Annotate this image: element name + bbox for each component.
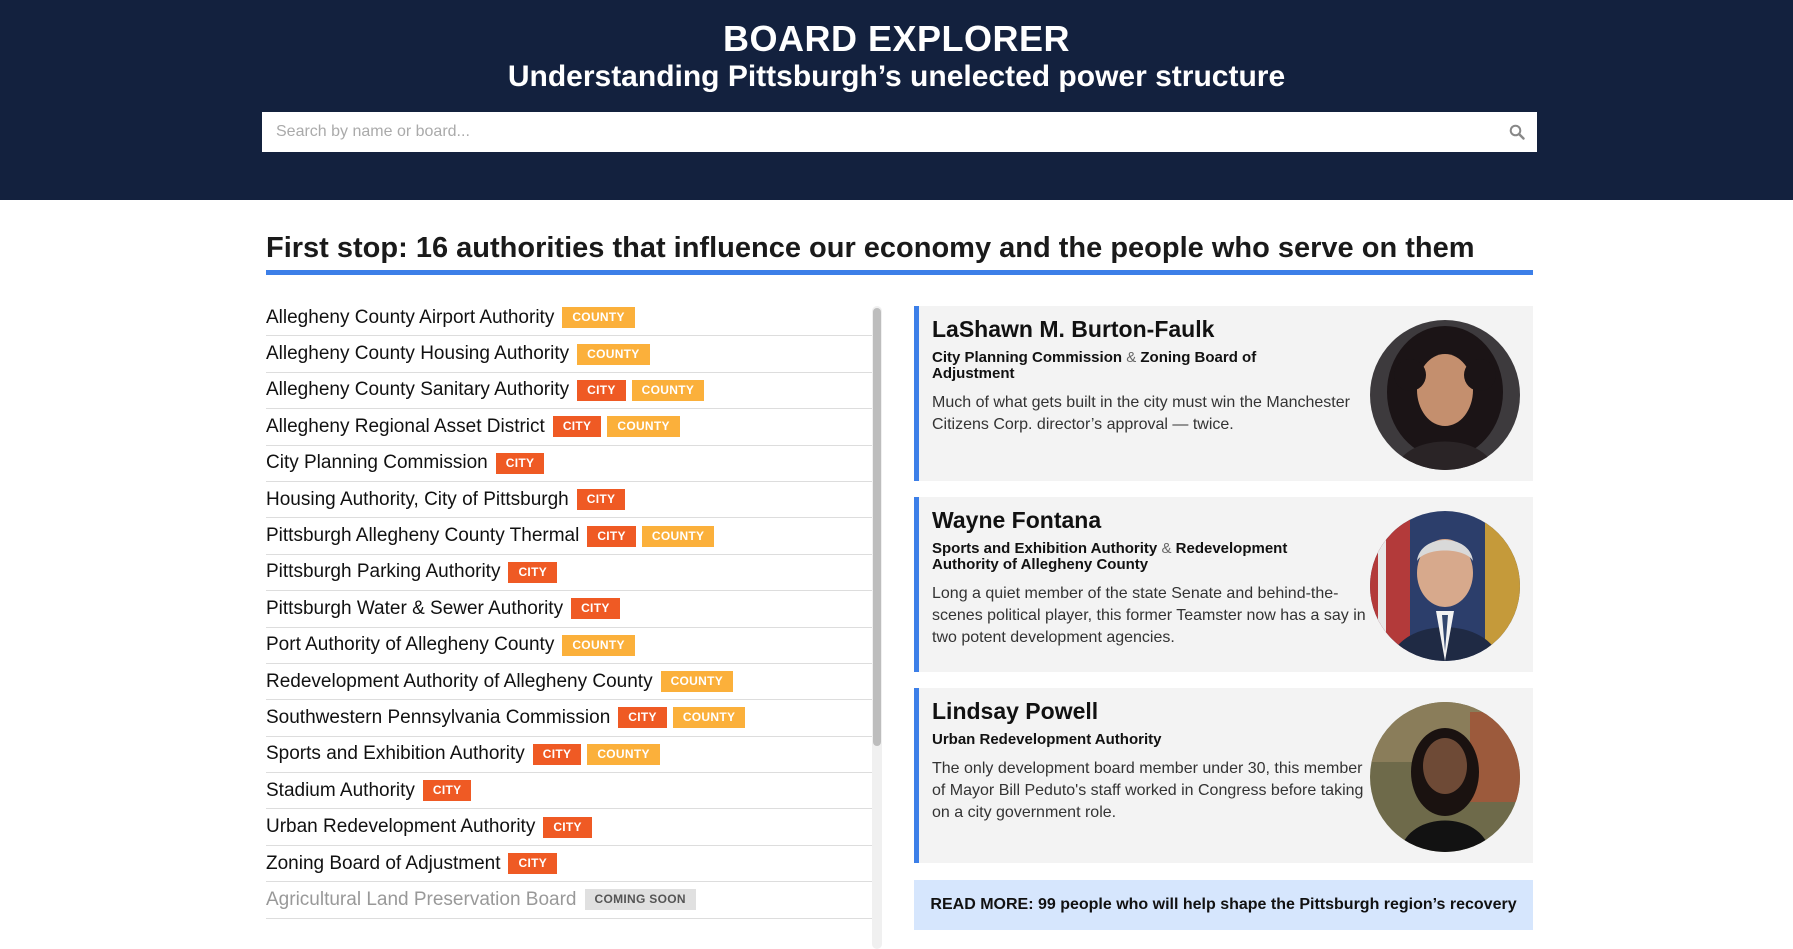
county-badge: COUNTY xyxy=(641,525,715,547)
city-badge: CITY xyxy=(508,853,558,875)
board-list-item[interactable]: Southwestern Pennsylvania Commission CITY… xyxy=(266,700,872,737)
city-badge: CITY xyxy=(618,707,667,729)
person-description: Long a quiet member of the state Senate … xyxy=(932,585,1366,646)
person-description: Much of what gets built in the city must… xyxy=(932,394,1350,433)
county-badge: COUNTY xyxy=(631,379,705,401)
board-list[interactable]: Allegheny County Airport Authority COUNTY… xyxy=(266,300,872,949)
board-name: Pittsburgh Allegheny County Thermal xyxy=(266,525,580,547)
read-more-link[interactable]: READ MORE: 99 people who will help shape… xyxy=(914,880,1533,930)
board-name: Port Authority of Allegheny County xyxy=(266,634,555,656)
board-name: Allegheny County Sanitary Authority xyxy=(266,379,570,401)
search-bar xyxy=(262,112,1537,152)
board-separator: & xyxy=(1126,349,1137,366)
county-badge: COUNTY xyxy=(587,743,660,765)
board-name: Urban Redevelopment Authority xyxy=(266,816,536,838)
person-card[interactable]: Wayne Fontana Sports and Exhibition Auth… xyxy=(914,497,1533,672)
site-header: BOARD EXPLORER Understanding Pittsburgh’… xyxy=(0,0,1793,200)
city-badge: CITY xyxy=(532,743,582,765)
board-name: Zoning Board of Adjustment xyxy=(266,852,501,874)
board-list-item[interactable]: Allegheny County Airport Authority COUNTY xyxy=(266,300,872,337)
board-list-item[interactable]: Zoning Board of Adjustment CITY xyxy=(266,846,872,883)
county-badge: COUNTY xyxy=(562,307,635,329)
board-list-item[interactable]: Agricultural Land Preservation Board COMI… xyxy=(266,882,872,919)
page-title: BOARD EXPLORER xyxy=(722,18,1071,59)
board-name: Pittsburgh Water & Sewer Authority xyxy=(266,597,564,619)
person-boards: City Planning Commission & Zoning Board … xyxy=(932,350,1322,382)
county-badge: COUNTY xyxy=(607,416,680,438)
person-boards: Sports and Exhibition Authority & Redeve… xyxy=(932,541,1322,573)
person-name[interactable]: LaShawn M. Burton-Faulk xyxy=(932,316,1214,343)
city-badge: CITY xyxy=(577,379,626,401)
board-name: City Planning Commission xyxy=(266,452,488,474)
county-badge: COUNTY xyxy=(672,707,746,729)
board-list-item[interactable]: Urban Redevelopment Authority CITY xyxy=(266,809,872,846)
board-list-item[interactable]: Allegheny Regional Asset District CITY COU… xyxy=(266,409,872,446)
board-name: Agricultural Land Preservation Board xyxy=(266,888,577,910)
city-badge: CITY xyxy=(422,780,472,802)
board-name: Southwestern Pennsylvania Commission xyxy=(266,706,611,728)
scrollbar-thumb[interactable] xyxy=(873,308,881,746)
avatar xyxy=(1370,320,1520,470)
board-link[interactable]: Urban Redevelopment Authority xyxy=(932,731,1161,748)
section-heading: First stop: 16 authorities that influenc… xyxy=(266,232,1475,264)
board-name: Allegheny Regional Asset District xyxy=(266,415,545,437)
board-separator: & xyxy=(1161,540,1172,557)
person-card[interactable]: Lindsay Powell Urban Redevelopment Autho… xyxy=(914,688,1533,863)
board-name: Allegheny County Airport Authority xyxy=(266,306,555,328)
person-name[interactable]: Lindsay Powell xyxy=(932,698,1098,725)
city-badge: CITY xyxy=(543,816,592,838)
person-card[interactable]: LaShawn M. Burton-Faulk City Planning Co… xyxy=(914,306,1533,481)
heading-divider xyxy=(266,270,1533,275)
page-subtitle: Understanding Pittsburgh’s unelected pow… xyxy=(507,60,1286,93)
city-badge: CITY xyxy=(552,416,602,438)
board-list-item[interactable]: Pittsburgh Allegheny County Thermal CITY C… xyxy=(266,518,872,555)
board-list-item[interactable]: City Planning Commission CITY xyxy=(266,446,872,482)
person-boards: Urban Redevelopment Authority xyxy=(932,732,1322,748)
board-list-item[interactable]: Sports and Exhibition Authority CITY COUNT… xyxy=(266,737,872,774)
board-name: Redevelopment Authority of Allegheny Cou… xyxy=(266,670,653,692)
city-badge: CITY xyxy=(571,598,620,620)
board-list-item[interactable]: Stadium Authority CITY xyxy=(266,773,872,810)
board-name: Pittsburgh Parking Authority xyxy=(266,561,501,583)
city-badge: CITY xyxy=(587,525,636,547)
city-badge: CITY xyxy=(495,452,545,474)
avatar xyxy=(1370,511,1520,661)
board-name: Sports and Exhibition Authority xyxy=(266,743,525,765)
board-list-item[interactable]: Redevelopment Authority of Allegheny Cou… xyxy=(266,664,872,701)
board-name: Stadium Authority xyxy=(266,779,415,801)
board-list-item[interactable]: Housing Authority, City of Pittsburgh CIT… xyxy=(266,482,872,519)
county-badge: COUNTY xyxy=(577,343,650,365)
person-description: The only development board member under … xyxy=(932,760,1364,821)
county-badge: COUNTY xyxy=(660,671,734,693)
board-name: Allegheny County Housing Authority xyxy=(266,343,570,365)
board-name: Housing Authority, City of Pittsburgh xyxy=(266,488,569,510)
board-list-item[interactable]: Allegheny County Sanitary Authority CITY C… xyxy=(266,373,872,410)
board-link[interactable]: Sports and Exhibition Authority xyxy=(932,540,1157,557)
city-badge: CITY xyxy=(576,489,626,511)
search-icon[interactable] xyxy=(1497,112,1537,152)
coming-soon-badge: COMING SOON xyxy=(584,889,696,911)
board-list-item[interactable]: Allegheny County Housing Authority COUNTY xyxy=(266,336,872,373)
county-badge: COUNTY xyxy=(562,634,635,656)
city-badge: CITY xyxy=(508,561,558,583)
board-list-item[interactable]: Pittsburgh Water & Sewer Authority CITY xyxy=(266,591,872,628)
board-list-item[interactable]: Pittsburgh Parking Authority CITY xyxy=(266,555,872,592)
person-name[interactable]: Wayne Fontana xyxy=(932,507,1101,534)
board-list-item[interactable]: Port Authority of Allegheny County COUNTY xyxy=(266,628,872,664)
avatar xyxy=(1370,702,1520,852)
board-link[interactable]: City Planning Commission xyxy=(932,349,1122,366)
search-input[interactable] xyxy=(262,112,1497,152)
